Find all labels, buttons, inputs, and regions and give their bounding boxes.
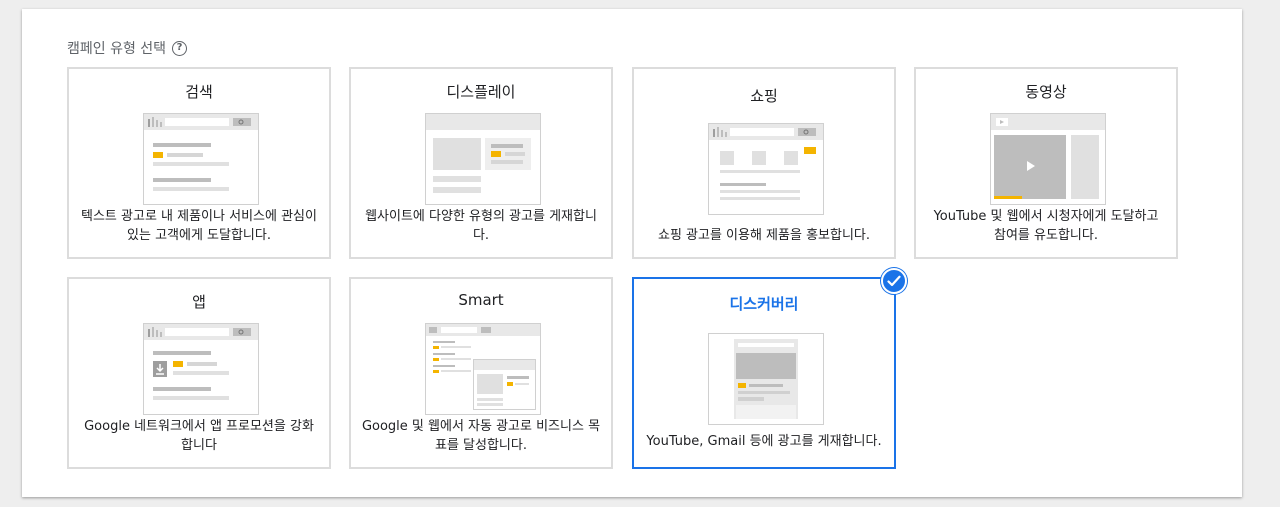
card-description: Google 네트워크에서 앱 프로모션을 강화합니다 <box>84 419 314 453</box>
card-description: 웹사이트에 다양한 유형의 광고를 게재합니다. <box>365 209 597 243</box>
card-description: Google 및 웹에서 자동 광고로 비즈니스 목표를 달성합니다. <box>361 419 601 453</box>
card-title: 쇼핑 <box>750 87 778 105</box>
help-icon[interactable]: ? <box>172 40 188 56</box>
discovery-ad-illustration-icon <box>708 333 824 425</box>
card-title: 디스플레이 <box>446 83 516 101</box>
card-title: 동영상 <box>1025 83 1067 101</box>
campaign-type-heading: 캠페인 유형 선택 ? <box>67 38 188 58</box>
card-description: YouTube 및 웹에서 시청자에게 도달하고 참여를 유도합니다. <box>933 209 1159 243</box>
card-shopping[interactable]: 쇼핑 쇼핑 광고를 이용해 제품을 홍보합니다. <box>632 67 896 259</box>
shopping-ad-illustration-icon <box>708 123 824 215</box>
card-smart[interactable]: Smart Google 및 웹에서 자동 광고로 비즈니스 목표를 달성합니다… <box>349 277 613 469</box>
card-title: Smart <box>458 291 504 309</box>
card-title: 검색 <box>185 83 213 101</box>
card-description: 텍스트 광고로 내 제품이나 서비스에 관심이 있는 고객에게 도달합니다. <box>81 209 317 243</box>
card-search[interactable]: 검색 텍스트 광고로 내 제품이나 서비스에 관심이 있는 고객에게 도달합니다… <box>67 67 331 259</box>
card-display[interactable]: 디스플레이 웹사이트에 다양한 유형의 광고를 게재합니다. <box>349 67 613 259</box>
heading-text: 캠페인 유형 선택 <box>67 41 167 57</box>
smart-ad-illustration-icon <box>425 323 541 415</box>
card-video[interactable]: 동영상 YouTube 및 웹에서 시청자에게 도달하고 참여를 유도합니다. <box>914 67 1178 259</box>
video-ad-illustration-icon <box>990 113 1106 205</box>
card-title: 디스커버리 <box>729 295 799 313</box>
card-discovery[interactable]: 디스커버리 YouTube, Gmail 등에 광고를 게재합니다. <box>632 277 896 469</box>
card-description: 쇼핑 광고를 이용해 제품을 홍보합니다. <box>657 228 871 243</box>
card-app[interactable]: 앱 Google 네트워크에서 앱 프로모션을 강화합니다 <box>67 277 331 469</box>
search-ad-illustration-icon <box>143 113 259 205</box>
card-description: YouTube, Gmail 등에 광고를 게재합니다. <box>646 434 882 449</box>
app-ad-illustration-icon <box>143 323 259 415</box>
display-ad-illustration-icon <box>425 113 541 205</box>
selected-check-icon <box>881 268 907 294</box>
card-title: 앱 <box>192 293 206 311</box>
